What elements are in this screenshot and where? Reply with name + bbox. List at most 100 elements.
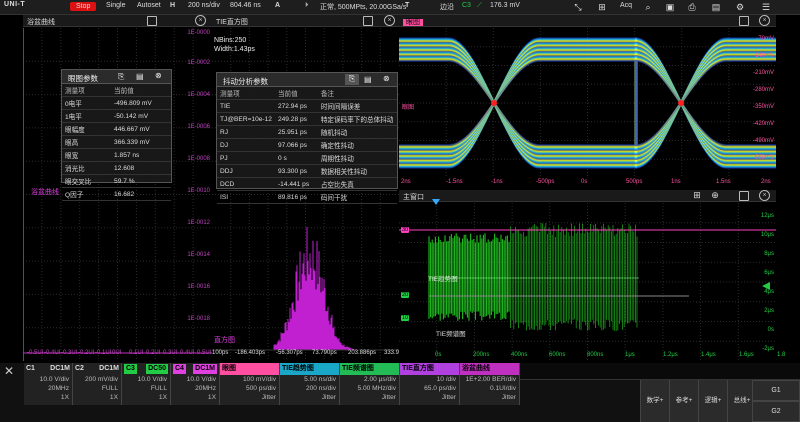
analysis-name: TIE频谱图 — [340, 363, 399, 375]
table-cell: 249.28 ps — [274, 112, 318, 126]
table-cell: 1.857 ns — [111, 148, 171, 162]
eye-y-tick: -420mV — [752, 121, 774, 127]
bathtub-x-tick: 0.2UI — [146, 350, 161, 356]
logic-button[interactable]: 逻辑+ — [698, 380, 727, 422]
trigger-level[interactable]: 176.3 mV — [490, 2, 520, 9]
maximize-icon[interactable] — [363, 16, 373, 26]
analysis-settings-item[interactable]: TIE趋势图 5.00 ns/div 200 ns/div Jitter — [280, 363, 340, 405]
delay-value[interactable]: 804.46 ns — [230, 2, 261, 9]
gear-icon[interactable]: ⚙ — [734, 2, 746, 13]
setting-value: 500 ps/div — [245, 385, 276, 392]
analysis-settings-item[interactable]: TIE频谱图 2.00 μs/div 5.00 MHz/div Jitter — [340, 363, 400, 405]
setting-value: 200 mV/div — [85, 376, 118, 383]
table-cell: 测量项 — [62, 84, 112, 97]
table-cell: 446.667 mV — [111, 122, 171, 136]
channel-marker-30[interactable]: 30 — [401, 227, 410, 233]
close-icon[interactable]: ⊗ — [155, 71, 162, 80]
table-cell: 眼幅度 — [62, 122, 112, 136]
channel-settings-c4[interactable]: C4 DC1M 10.0 V/div 20MHz 1X — [171, 363, 220, 405]
table-row: 眼宽 1.857 ns — [62, 148, 171, 162]
ref-button[interactable]: 参考+ — [669, 380, 698, 422]
channel-name: C1 — [26, 365, 35, 372]
table-cell: 1电平 — [62, 109, 112, 123]
setting-value: 0.1UI/div — [489, 385, 516, 392]
histogram-label: 直方图 — [214, 337, 235, 344]
tools-icon[interactable]: ✕ — [4, 364, 14, 378]
save-icon[interactable]: ▣ — [664, 2, 676, 13]
channel-coupling: DC50 — [146, 364, 168, 374]
run-stop-button[interactable]: Stop — [70, 2, 97, 11]
main-y-tick: 12μs — [760, 213, 774, 219]
channel-header: C1 DC1M — [24, 363, 72, 375]
maximize-icon[interactable] — [739, 191, 749, 201]
close-icon[interactable]: × — [195, 15, 206, 26]
table-cell: 测量项 — [217, 87, 275, 100]
table-cell: 消光比 — [62, 161, 112, 175]
channel-settings-c3[interactable]: C3 DC50 10.0 V/div FULL 1X — [122, 363, 171, 405]
bathtub-x-tick: 0.1UI — [129, 350, 144, 356]
maximize-icon[interactable] — [739, 16, 749, 26]
top-toolbar: UNI-T Stop Single Autoset H 200 ns/div 8… — [0, 0, 800, 15]
close-icon[interactable]: × — [759, 190, 770, 201]
channel-header: C3 DC50 — [122, 363, 170, 375]
analysis-settings-item[interactable]: 眼图 100 mV/div 500 ps/div Jitter — [220, 363, 280, 405]
acq-button[interactable]: Acq — [620, 2, 632, 9]
setting-value: 1X — [60, 394, 69, 401]
channel-marker-10[interactable]: 10 — [401, 315, 410, 321]
trigger-mode[interactable]: 边沿 — [440, 2, 454, 12]
table-row: TIE 272.94 ps 时间间隔误差 — [217, 99, 397, 113]
measure-icon[interactable]: ⊞ — [596, 2, 608, 13]
table-cell: 272.94 ps — [274, 99, 318, 113]
g1-button[interactable]: G1 — [752, 380, 800, 401]
nbins-readout: NBins:250 — [214, 37, 247, 44]
channel-name: C4 — [173, 364, 186, 374]
export-icon[interactable]: ⎘ — [345, 74, 359, 85]
search-icon[interactable]: ⌕ — [642, 2, 654, 13]
display-icon[interactable]: ▤ — [710, 2, 722, 13]
analysis-settings-item[interactable]: TIE直方图 10 /div 65.0 ps/div Jitter — [400, 363, 460, 405]
autoset-button[interactable]: Autoset — [137, 2, 161, 9]
table-row: 0电平 -496.809 mV — [62, 96, 171, 110]
setting-value: Jitter — [381, 394, 396, 401]
eye-y-tick: -280mV — [752, 87, 774, 93]
measure-icon[interactable]: ⊞ — [691, 190, 703, 201]
bathtub-y-tick: 1E-0010 — [187, 188, 210, 194]
list-icon[interactable]: ▤ — [364, 75, 372, 84]
bathtub-x-tick: -0.2UI — [78, 350, 95, 356]
main-x-tick: 1.6μs — [739, 352, 754, 358]
eye-x-tick: 1.5ns — [716, 179, 731, 185]
channel-settings-c1[interactable]: C1 DC1M 10.0 V/div 20MHz 1X — [24, 363, 73, 405]
menu-icon[interactable]: ☰ — [760, 2, 772, 13]
close-icon[interactable]: ⊗ — [383, 74, 390, 83]
setting-value: FULL — [150, 385, 167, 392]
main-x-tick: 1.8 — [777, 352, 786, 358]
analysis-settings-item[interactable]: 浴盆曲线 1E+2.00 BER/div 0.1UI/div Jitter — [460, 363, 520, 405]
jitter-analysis-table: 测量项 当前值 备注 TIE 272.94 ps 时间间隔误差 TJ@BER=10e-12 2… — [217, 87, 397, 204]
setting-value: 2.00 μs/div — [363, 376, 396, 383]
close-icon[interactable]: × — [759, 15, 770, 26]
channel-settings-c2[interactable]: C2 DC1M 200 mV/div FULL 1X — [73, 363, 122, 405]
main-y-tick: 0s — [767, 327, 774, 333]
trigger-position-marker[interactable] — [432, 199, 440, 205]
cursor-icon[interactable]: ⤡ — [572, 2, 584, 13]
eye-y-tick: -560mV — [752, 155, 774, 161]
zoom-in-icon[interactable]: ⊕ — [709, 190, 721, 201]
export-icon[interactable]: ⎘ — [118, 72, 124, 82]
close-icon[interactable]: × — [384, 15, 395, 26]
maximize-icon[interactable] — [147, 16, 157, 26]
channel-marker-20[interactable]: 20 — [401, 292, 410, 298]
math-button[interactable]: 数学+ — [640, 380, 669, 422]
print-icon[interactable]: ⎙ — [686, 2, 698, 13]
single-button[interactable]: Single — [106, 2, 125, 9]
trigger-label: T — [405, 2, 410, 9]
trigger-channel[interactable]: C3 — [462, 2, 471, 9]
list-icon[interactable]: ▤ — [136, 72, 144, 81]
timebase-value[interactable]: 200 ns/div — [188, 2, 220, 9]
g2-button[interactable]: G2 — [752, 401, 800, 422]
channel-name: C3 — [124, 364, 137, 374]
analysis-name: 眼图 — [220, 363, 279, 375]
setting-value: Jitter — [501, 394, 516, 401]
acquisition-status[interactable]: 正常, 500MPts, 20.00GSa/s — [320, 2, 406, 12]
jitter-analysis-panel: 抖动分析参数 ⎘ ▤ ⊗ 测量项 当前值 备注 TIE 272.94 ps 时间间隔误差 T… — [216, 72, 398, 204]
analysis-name: TIE直方图 — [400, 363, 459, 375]
